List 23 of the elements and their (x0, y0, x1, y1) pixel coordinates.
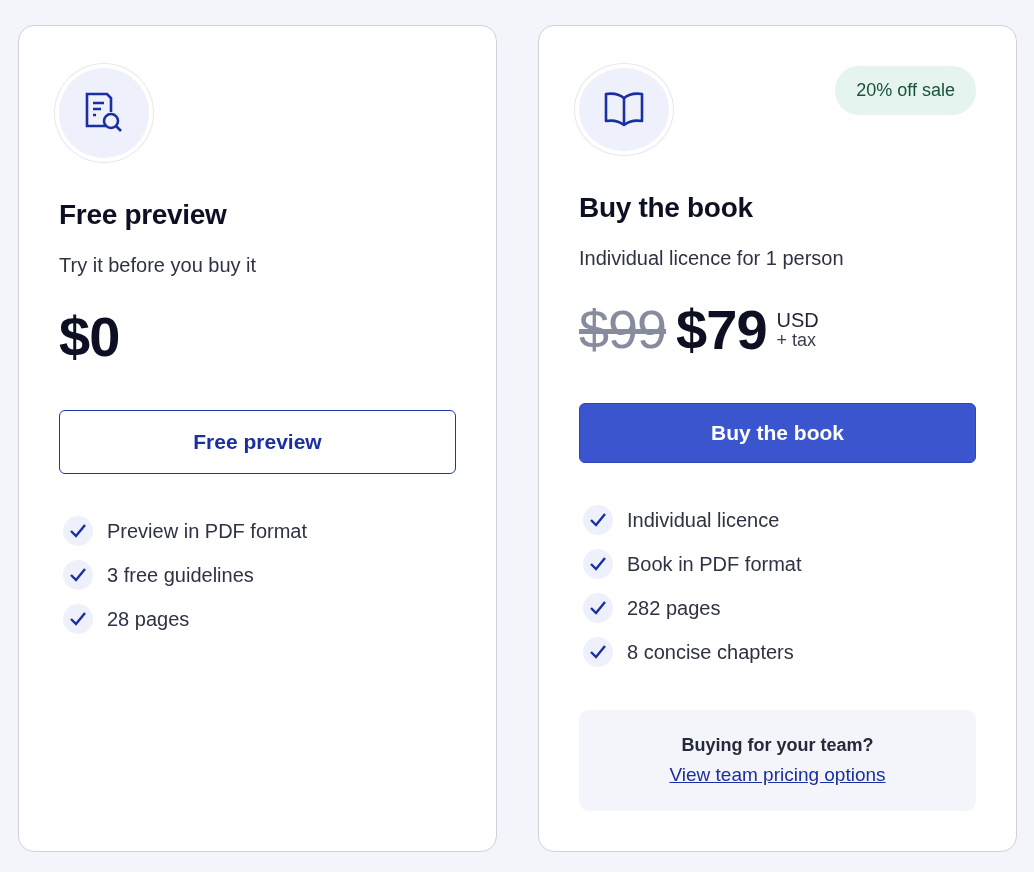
plan-subtitle: Individual licence for 1 person (579, 245, 845, 271)
currency-label: USD (776, 308, 819, 331)
open-book-icon (603, 90, 645, 129)
feature-text: Book in PDF format (627, 551, 802, 577)
feature-text: 282 pages (627, 595, 721, 621)
feature-text: 3 free guidelines (107, 563, 254, 588)
team-pricing-link[interactable]: View team pricing options (669, 760, 886, 789)
plan-subtitle: Try it before you buy it (59, 253, 258, 278)
document-search-icon (84, 92, 124, 134)
plan-title: Free preview (59, 198, 228, 232)
tax-note: + tax (776, 330, 818, 351)
feature-text: 8 concise chapters (627, 639, 794, 665)
price: $0 (59, 304, 120, 370)
sale-badge: 20% off sale (835, 66, 976, 115)
feature-text: 28 pages (107, 607, 190, 632)
old-price: $99 (579, 298, 667, 362)
price: $79 (676, 296, 767, 363)
feature-text: Individual licence (627, 507, 780, 533)
team-question: Buying for your team? (681, 733, 874, 757)
feature-text: Preview in PDF format (107, 519, 308, 544)
preview-button[interactable]: Free preview (59, 410, 456, 474)
buy-button[interactable]: Buy the book (579, 402, 976, 463)
plan-title: Buy the book (579, 190, 754, 225)
